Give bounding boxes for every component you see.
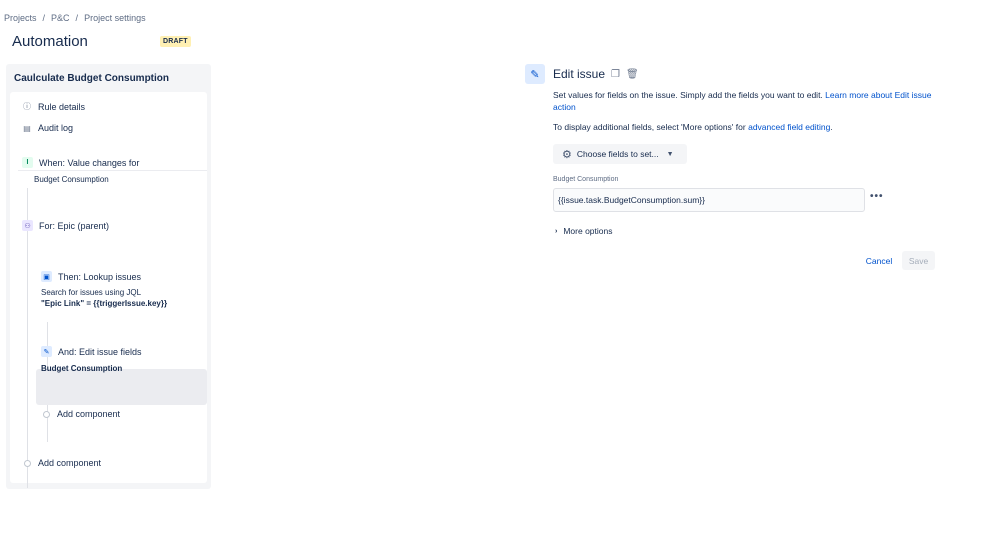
trigger-icon: I	[22, 157, 33, 168]
choose-fields-label: Choose fields to set...	[576, 149, 659, 159]
lookup-description: Search for issues using JQL	[41, 288, 142, 297]
editor-title: Edit issue	[553, 67, 606, 81]
lookup-component[interactable]: ▣ Then: Lookup issues Search for issues …	[41, 271, 167, 308]
save-button[interactable]: Save	[902, 251, 935, 270]
add-component-label: Add component	[38, 458, 102, 468]
lookup-icon: ▣	[41, 271, 52, 282]
advanced-field-editing-link[interactable]: advanced field editing	[748, 122, 830, 132]
rule-panel: Caulculate Budget Consumption ⓘ Rule det…	[6, 64, 211, 489]
budget-consumption-input[interactable]: {{issue.task.BudgetConsumption.sum}}	[553, 188, 865, 212]
trash-icon[interactable]: 🗑	[626, 69, 639, 80]
additional-fields-hint: To display additional fields, select 'Mo…	[553, 122, 833, 132]
rule-details-label: Rule details	[38, 101, 86, 112]
cancel-button[interactable]: Cancel	[860, 251, 898, 270]
branch-icon: ⚇	[22, 220, 33, 231]
add-component-label: Add component	[57, 409, 121, 419]
pencil-icon: ✎	[41, 346, 52, 357]
branch-component[interactable]: ⚇ For: Epic (parent)	[22, 220, 109, 231]
trigger-title: When: Value changes for	[39, 157, 140, 168]
audit-log-link[interactable]: ▤ Audit log	[22, 123, 73, 133]
description-text: Set values for fields on the issue. Simp…	[553, 90, 823, 100]
field-label: Budget Consumption	[553, 176, 619, 183]
copy-icon[interactable]: ❐	[611, 69, 620, 80]
chevron-right-icon: ›	[555, 227, 558, 235]
choose-fields-button[interactable]: ⚙ Choose fields to set... ▼	[553, 144, 687, 164]
audit-log-label: Audit log	[38, 123, 74, 133]
selected-component-highlight	[36, 369, 207, 405]
editor-description: Set values for fields on the issue. Simp…	[553, 89, 933, 113]
rule-name[interactable]: Caulculate Budget Consumption	[14, 73, 169, 84]
timeline-line	[27, 188, 28, 488]
edit-component[interactable]: ✎ And: Edit issue fields Budget Consumpt…	[41, 346, 142, 373]
add-component-outer[interactable]: Add component	[24, 458, 101, 468]
pencil-icon: ✎	[525, 64, 545, 84]
edit-component-field: Budget Consumption	[41, 364, 123, 373]
hint-text: To display additional fields, select 'Mo…	[553, 122, 746, 132]
hint-suffix: .	[830, 122, 833, 132]
branch-title: For: Epic (parent)	[39, 220, 110, 231]
add-component-inner[interactable]: Add component	[43, 409, 120, 419]
edit-component-title: And: Edit issue fields	[58, 346, 142, 357]
more-options-toggle[interactable]: › More options	[555, 226, 612, 236]
trigger-field: Budget Consumption	[34, 175, 109, 184]
breadcrumb-project[interactable]: P&C	[51, 13, 70, 23]
more-options-label: More options	[563, 226, 613, 236]
status-badge: DRAFT	[160, 36, 191, 47]
more-actions-icon[interactable]: •••	[870, 191, 884, 202]
breadcrumb-separator: /	[75, 13, 79, 23]
log-icon: ▤	[23, 123, 31, 133]
gear-icon: ⚙	[562, 148, 572, 161]
rule-details-link[interactable]: ⓘ Rule details	[22, 101, 85, 112]
add-dot-icon	[43, 410, 50, 418]
editor-heading: Edit issue ❐ 🗑	[553, 67, 639, 81]
lookup-jql: "Epic Link" = {{triggerIssue.key}}	[41, 299, 168, 308]
info-icon: ⓘ	[23, 102, 31, 111]
breadcrumb: Projects / P&C / Project settings	[4, 13, 146, 23]
lookup-title: Then: Lookup issues	[58, 271, 142, 282]
add-dot-icon	[24, 459, 31, 467]
rule-components: ⓘ Rule details ▤ Audit log I When: Value…	[10, 92, 207, 488]
chevron-down-icon: ▼	[666, 150, 674, 158]
trigger-component[interactable]: I When: Value changes for Budget Consump…	[22, 157, 139, 184]
breadcrumb-separator: /	[42, 13, 46, 23]
breadcrumb-project-settings[interactable]: Project settings	[84, 13, 146, 23]
breadcrumb-projects[interactable]: Projects	[4, 13, 37, 23]
page-title: Automation	[12, 33, 88, 50]
